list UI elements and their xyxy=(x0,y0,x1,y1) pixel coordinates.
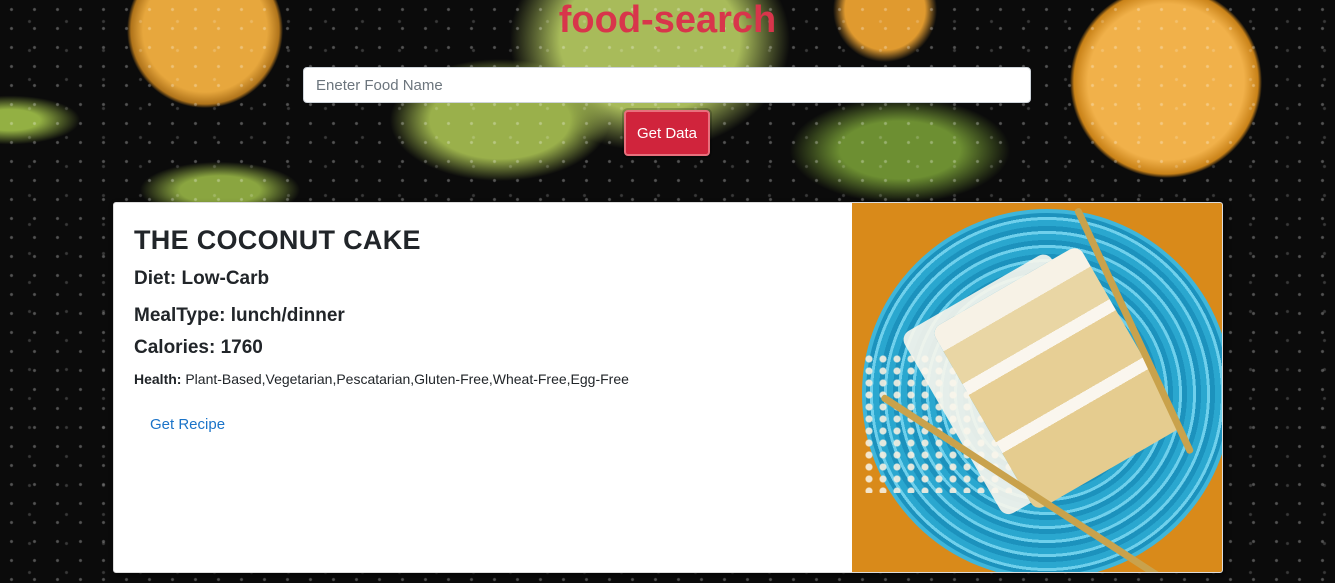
diet-label: Diet: Low-Carb xyxy=(134,268,270,289)
food-image xyxy=(852,203,1222,572)
food-result-card: THE COCONUT CAKE Diet: Low-Carb MealType… xyxy=(113,202,1223,573)
food-info: THE COCONUT CAKE Diet: Low-Carb MealType… xyxy=(134,221,834,434)
get-data-button[interactable]: Get Data xyxy=(624,110,710,156)
food-search-input[interactable] xyxy=(303,67,1031,103)
health-heading: Health: xyxy=(134,371,182,387)
app-title: food-search xyxy=(558,0,777,41)
food-name: THE COCONUT CAKE xyxy=(134,225,421,255)
calories-label: Calories: 1760 xyxy=(134,337,263,358)
get-recipe-link[interactable]: Get Recipe xyxy=(150,416,225,433)
health-labels: Health: Plant-Based,Vegetarian,Pescatari… xyxy=(134,369,834,389)
health-values: Plant-Based,Vegetarian,Pescatarian,Glute… xyxy=(185,371,629,387)
meal-type-label: MealType: lunch/dinner xyxy=(134,305,345,326)
